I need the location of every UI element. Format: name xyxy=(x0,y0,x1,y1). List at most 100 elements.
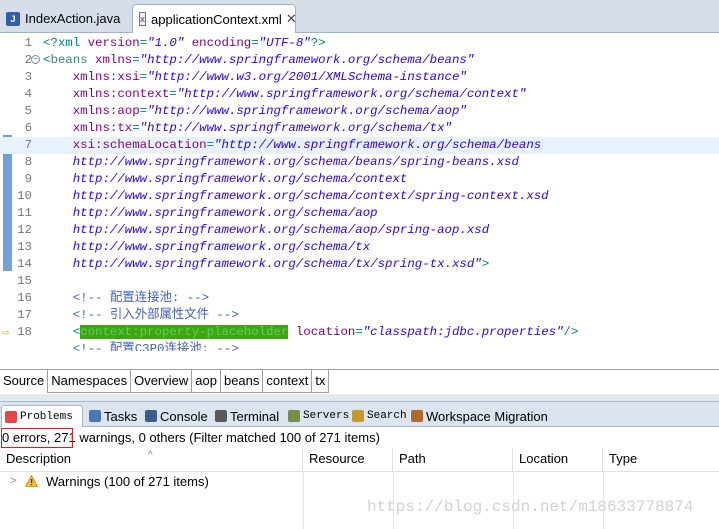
code-line[interactable]: 7 xsi:schemaLocation="http://www.springf… xyxy=(0,137,719,154)
code-token: = xyxy=(251,36,259,50)
code-line[interactable]: 13 http://www.springframework.org/schema… xyxy=(0,239,719,256)
fold-toggle-icon[interactable]: − xyxy=(31,55,40,64)
column-path[interactable]: Path xyxy=(393,448,513,472)
panel-separator xyxy=(0,394,719,401)
code-token: = xyxy=(169,87,177,101)
line-number: 8 xyxy=(24,155,32,169)
servers-icon xyxy=(288,410,300,422)
line-number: 12 xyxy=(17,223,32,237)
column-type[interactable]: Type xyxy=(603,448,719,472)
code-line[interactable]: 14 http://www.springframework.org/schema… xyxy=(0,256,719,273)
code-token: xmlns:aop xyxy=(43,104,140,118)
code-line[interactable]: 11 http://www.springframework.org/schema… xyxy=(0,205,719,222)
line-number: 1 xyxy=(24,36,32,50)
code-token: "http://www.springframework.org/schema/b… xyxy=(214,138,542,152)
watermark: https://blog.csdn.net/m18633778874 xyxy=(367,498,694,516)
code-line[interactable]: 8 http://www.springframework.org/schema/… xyxy=(0,154,719,171)
code-token: xmlns:tx xyxy=(43,121,133,135)
code-line[interactable]: 2− <beans xmlns="http://www.springframewo… xyxy=(0,52,719,69)
line-number: 15 xyxy=(17,274,32,288)
code-token: xmlns xyxy=(87,53,133,67)
terminal-icon xyxy=(215,410,227,422)
code-line[interactable]: 1 <?xml version="1.0" encoding="UTF-8"?> xyxy=(0,35,719,52)
migration-icon xyxy=(411,410,423,422)
code-token: = xyxy=(132,53,140,67)
problems-summary: 0 errors, 271 warnings, 0 others (Filter… xyxy=(0,428,719,448)
code-line[interactable]: ⇨ 18 <context:property-placeholder locati… xyxy=(0,324,719,341)
code-line[interactable]: 9 http://www.springframework.org/schema/… xyxy=(0,171,719,188)
table-row[interactable]: > Warnings (100 of 271 items) xyxy=(0,472,719,491)
code-token: "http://www.springframework.org/schema/a… xyxy=(147,104,467,118)
code-line[interactable]: 10 http://www.springframework.org/schema… xyxy=(0,188,719,205)
tab-servers[interactable]: Servers xyxy=(285,405,352,427)
line-number: 4 xyxy=(24,87,32,101)
tab-tx[interactable]: tx xyxy=(312,370,330,393)
tab-source[interactable]: Source xyxy=(0,370,49,393)
tab-context[interactable]: context xyxy=(263,370,313,393)
java-file-icon: J xyxy=(6,11,20,26)
sort-up-icon: ^ xyxy=(148,450,153,461)
tab-namespaces[interactable]: Namespaces xyxy=(48,370,132,393)
code-token: version xyxy=(87,36,140,50)
tab-problems[interactable]: Problems xyxy=(1,405,83,427)
code-editor[interactable]: 1 <?xml version="1.0" encoding="UTF-8"?> 2… xyxy=(0,33,719,351)
tab-terminal[interactable]: Terminal xyxy=(212,405,282,427)
code-token: <?xml xyxy=(43,36,88,50)
code-token: /> xyxy=(563,325,579,339)
close-icon[interactable]: ✕ xyxy=(286,11,297,27)
code-line[interactable]: 12 http://www.springframework.org/schema… xyxy=(0,222,719,239)
problems-icon xyxy=(5,410,17,423)
tab-overview[interactable]: Overview xyxy=(131,370,193,393)
code-token: context:property-placeholder xyxy=(80,325,289,339)
code-token: location xyxy=(288,325,356,339)
code-token: http://www.springframework.org/schema/tx xyxy=(43,240,371,254)
code-text: http://www.springframework.org/schema/co… xyxy=(43,171,408,188)
code-line[interactable]: 5 xmlns:aop="http://www.springframework.… xyxy=(0,103,719,120)
code-token: <!-- 配置连接池: --> xyxy=(43,291,210,305)
expand-arrow-icon[interactable]: > xyxy=(10,472,16,491)
code-token: "http://www.springframework.org/schema/t… xyxy=(139,121,452,135)
code-line[interactable]: 6 xmlns:tx="http://www.springframework.o… xyxy=(0,120,719,137)
code-token: = xyxy=(132,121,140,135)
line-number: 6 xyxy=(24,121,32,135)
code-token: http://www.springframework.org/schema/ao… xyxy=(43,206,378,220)
code-line[interactable]: 16 <!-- 配置连接池: --> xyxy=(0,290,719,307)
tab-tasks[interactable]: Tasks xyxy=(86,405,140,427)
column-description[interactable]: Description ^ xyxy=(0,448,303,472)
tab-aop[interactable]: aop xyxy=(192,370,221,393)
code-line[interactable]: 4 xmlns:context="http://www.springframew… xyxy=(0,86,719,103)
editor-tab-bar: J IndexAction.java x applicationContext.… xyxy=(0,0,719,33)
code-text: xmlns:tx="http://www.springframework.org… xyxy=(43,120,452,137)
code-text: <!-- 配置连接池: --> xyxy=(43,290,209,307)
line-number: 10 xyxy=(17,189,32,203)
code-text: http://www.springframework.org/schema/be… xyxy=(43,154,519,171)
code-token: <!-- 配置C3P0连接池: --> xyxy=(43,342,239,351)
tab-application-context-xml[interactable]: x applicationContext.xml ✕ xyxy=(132,4,297,33)
code-token: < xyxy=(43,325,81,339)
code-line[interactable]: 3 xmlns:xsi="http://www.w3.org/2001/XMLS… xyxy=(0,69,719,86)
warnings-group-label: Warnings (100 of 271 items) xyxy=(46,474,209,489)
code-token: xsi:schemaLocation xyxy=(43,138,207,152)
tab-beans[interactable]: beans xyxy=(220,370,264,393)
line-number: 9 xyxy=(24,172,32,186)
tab-search[interactable]: Search xyxy=(349,405,410,427)
code-line[interactable]: 15 xyxy=(0,273,719,290)
code-line[interactable]: 17 <!-- 引入外部属性文件 --> xyxy=(0,307,719,324)
tab-console[interactable]: Console xyxy=(142,405,211,427)
line-number: 18 xyxy=(17,325,32,339)
line-number: 11 xyxy=(17,206,32,220)
code-line[interactable]: <!-- 配置C3P0连接池: --> xyxy=(0,341,719,351)
tab-workspace-migration[interactable]: Workspace Migration xyxy=(408,405,551,427)
code-token: = xyxy=(206,138,215,152)
code-token: "http://www.w3.org/2001/XMLSchema-instan… xyxy=(147,70,467,84)
warning-icon xyxy=(25,475,38,487)
code-text: <!-- 引入外部属性文件 --> xyxy=(43,307,239,324)
code-text: <!-- 配置C3P0连接池: --> xyxy=(43,341,239,351)
line-number: 7 xyxy=(24,138,32,152)
tab-index-action-java[interactable]: J IndexAction.java xyxy=(0,4,130,33)
problems-table-header: Description ^ Resource Path Location Typ… xyxy=(0,448,719,472)
error-count-highlight xyxy=(1,428,73,448)
column-location[interactable]: Location xyxy=(513,448,603,472)
code-token: "1.0" xyxy=(147,36,185,50)
column-resource[interactable]: Resource xyxy=(303,448,393,472)
